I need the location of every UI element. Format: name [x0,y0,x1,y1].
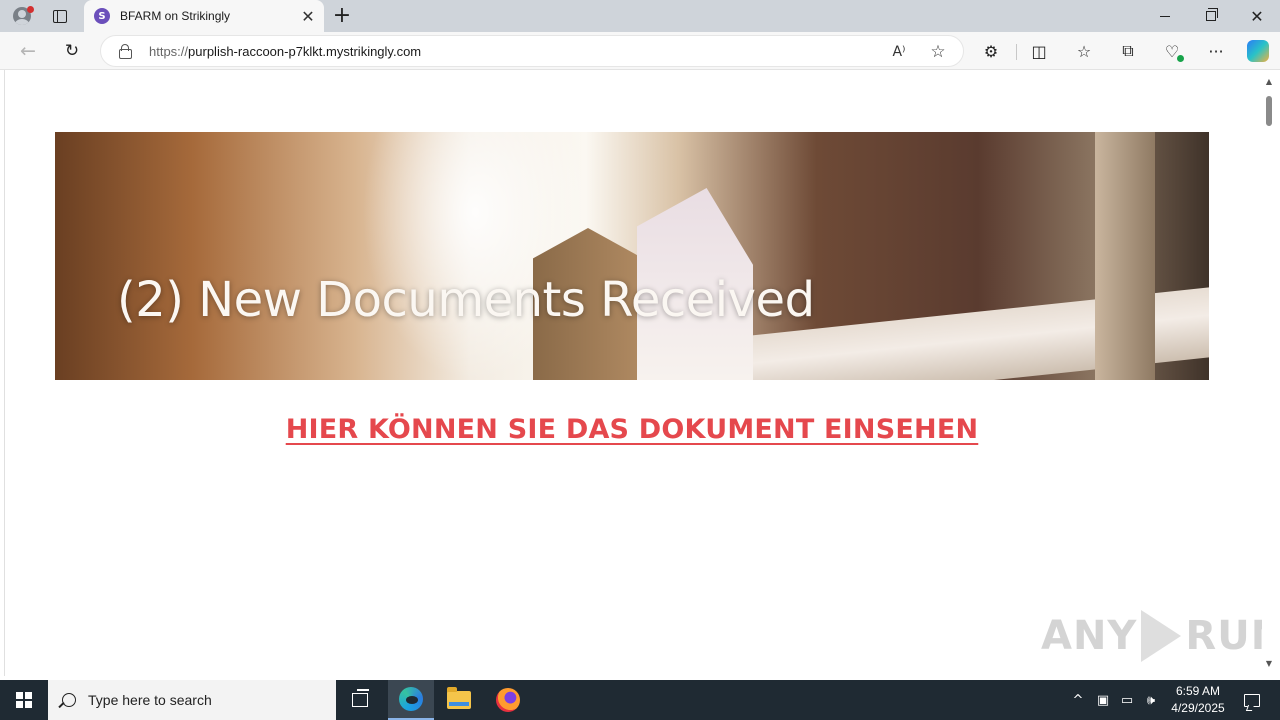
scroll-up-arrow-icon[interactable]: ▲ [1264,76,1274,86]
scrollbar-thumb[interactable] [1266,96,1272,126]
navigation-bar: ← ↻ https://purplish-raccoon-p7klkt.myst… [0,32,1280,70]
windows-logo-icon [16,692,32,708]
view-document-link[interactable]: HIER KÖNNEN SIE DAS DOKUMENT EINSEHEN [286,414,979,445]
search-placeholder: Type here to search [88,692,212,708]
volume-icon[interactable]: 🕪 [1140,680,1162,720]
url-text[interactable]: https://purplish-raccoon-p7klkt.mystriki… [149,44,421,59]
page-viewport[interactable]: (2) New Documents Received HIER KÖNNEN S… [4,70,1262,676]
anyrun-watermark: ANY RUN [1041,610,1262,662]
taskbar-search-box[interactable]: Type here to search [48,680,336,720]
favorite-star-icon[interactable]: ☆ [928,42,948,62]
edge-taskbar-button[interactable] [388,680,434,720]
clock-time: 6:59 AM [1175,684,1221,698]
status-ok-icon [1177,55,1184,62]
collections-icon[interactable]: ⧉ [1114,37,1142,65]
network-icon[interactable]: ▭ [1116,680,1138,720]
browser-essentials-icon[interactable]: ♡ [1158,37,1186,65]
folder-icon [447,687,471,709]
file-explorer-button[interactable] [436,680,482,720]
taskbar: Type here to search ^ ▣ ▭ 🕪 6:59 AM 4/29… [0,680,1280,720]
toolbar-divider [1016,44,1017,60]
firefox-icon [496,688,520,712]
favorites-icon[interactable]: ☆ [1070,37,1098,65]
banner-heading: (2) New Documents Received [117,272,815,328]
copilot-icon [1247,40,1269,62]
show-hidden-icons-button[interactable]: ^ [1068,680,1088,720]
profile-button[interactable] [8,4,36,28]
watermark-play-icon [1141,610,1182,662]
watermark-left-text: ANY [1041,613,1138,659]
back-button[interactable]: ← [13,36,43,66]
vertical-scrollbar[interactable]: ▲ ▼ [1262,70,1276,676]
extensions-icon[interactable]: ⚙ [977,37,1005,65]
task-view-button[interactable] [337,680,383,720]
device-icon[interactable]: ▣ [1092,680,1114,720]
hero-banner-image: (2) New Documents Received [55,132,1209,380]
document-link-container: HIER KÖNNEN SIE DAS DOKUMENT EINSEHEN [5,414,1259,445]
minimize-button[interactable] [1142,0,1188,32]
read-aloud-icon[interactable]: A⁾ [889,42,909,62]
reload-button[interactable]: ↻ [57,36,87,66]
window-close-button[interactable]: ✕ [1234,0,1280,32]
banner-window-frame [1095,132,1155,380]
notification-icon [1244,693,1260,707]
address-bar[interactable]: https://purplish-raccoon-p7klkt.mystriki… [100,35,964,67]
notification-dot-icon [27,6,34,13]
watermark-right-text: RUN [1185,613,1262,659]
firefox-button[interactable] [485,680,531,720]
clock-date: 4/29/2025 [1171,701,1225,715]
url-host: purplish-raccoon-p7klkt.mystrikingly.com [188,43,422,59]
copilot-button[interactable] [1244,37,1272,65]
tab-actions-button[interactable] [46,4,74,28]
tab-strip: S BFARM on Strikingly ✕ + ✕ [0,0,1280,32]
lock-icon[interactable] [119,44,132,59]
new-tab-button[interactable]: + [330,4,354,28]
tab-close-button[interactable]: ✕ [298,6,318,26]
split-screen-icon[interactable]: ◫ [1025,37,1053,65]
restore-icon [1206,8,1218,21]
edge-icon [399,687,423,711]
minimize-icon [1160,15,1170,17]
strikingly-favicon-icon: S [94,8,110,24]
scroll-down-arrow-icon[interactable]: ▼ [1264,658,1274,668]
tab-active[interactable]: S BFARM on Strikingly ✕ [84,0,324,32]
system-clock[interactable]: 6:59 AM 4/29/2025 [1160,680,1236,720]
settings-more-icon[interactable]: ··· [1202,37,1230,65]
start-button[interactable] [0,680,48,720]
url-protocol: https:// [149,43,189,59]
restore-button[interactable] [1188,0,1234,32]
notifications-button[interactable] [1232,680,1272,720]
search-icon [62,693,76,707]
tab-title: BFARM on Strikingly [120,9,231,23]
task-view-icon [352,689,369,707]
tab-actions-icon [53,9,67,23]
